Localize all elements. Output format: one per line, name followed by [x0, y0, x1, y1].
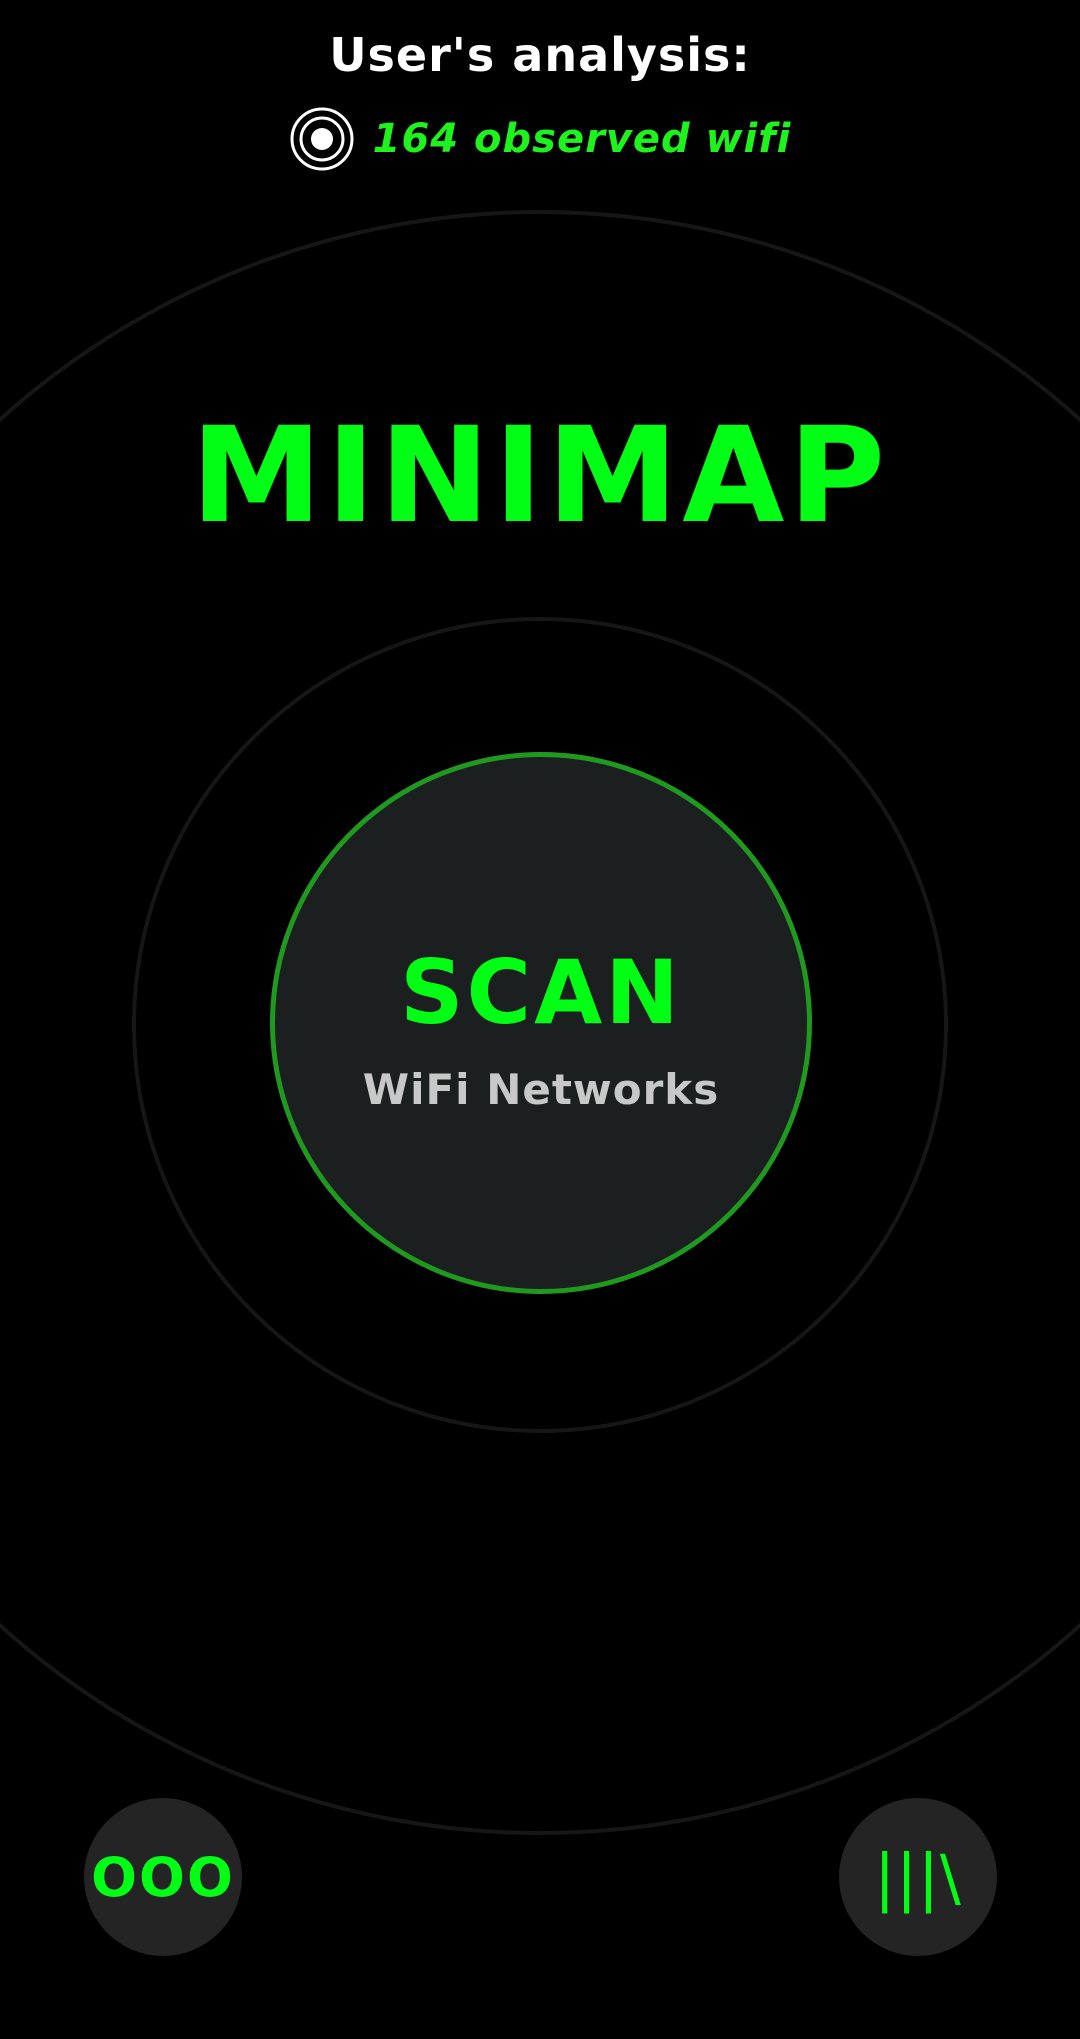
more-options-icon: OOO — [91, 1845, 235, 1909]
library-icon: |||\ — [874, 1840, 962, 1914]
more-options-button[interactable]: OOO — [84, 1798, 242, 1956]
library-button[interactable]: |||\ — [839, 1798, 997, 1956]
target-icon — [289, 106, 355, 172]
scan-button[interactable]: SCAN WiFi Networks — [270, 752, 812, 1294]
analysis-title: User's analysis: — [329, 28, 751, 82]
wifi-count-row: 164 observed wifi — [0, 106, 1080, 172]
app-screen: User's analysis: 164 observed wifi MINIM… — [0, 0, 1080, 2039]
minimap-title: MINIMAP — [190, 399, 890, 553]
scan-sublabel: WiFi Networks — [362, 1065, 720, 1114]
observed-wifi-count: 164 observed wifi — [372, 116, 792, 162]
scan-label: SCAN — [400, 941, 682, 1044]
